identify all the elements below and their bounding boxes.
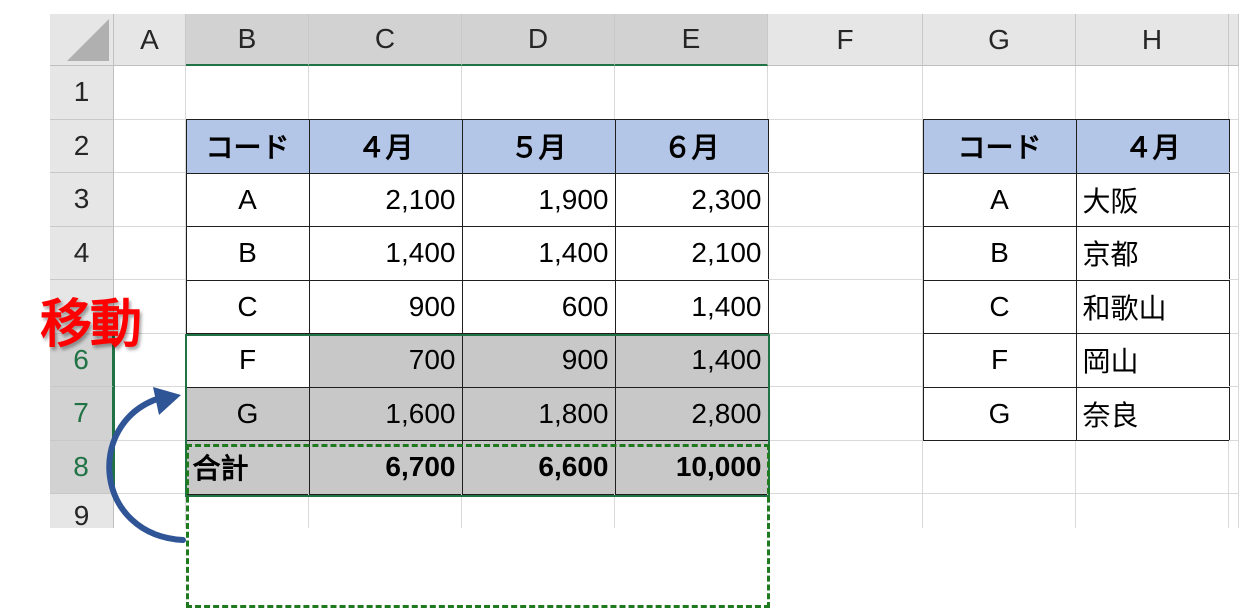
column-header-e[interactable]: E xyxy=(615,14,768,66)
cell[interactable] xyxy=(186,494,309,528)
cell[interactable] xyxy=(768,173,923,227)
table1-value-cell[interactable]: 2,100 xyxy=(614,226,769,281)
table2-code-cell[interactable]: C xyxy=(922,279,1077,334)
table1-value-cell[interactable]: 1,400 xyxy=(614,279,769,334)
column-header-g[interactable]: G xyxy=(923,14,1076,66)
cell xyxy=(1229,173,1239,227)
table1-value-cell[interactable]: 2,100 xyxy=(308,172,463,227)
cell[interactable] xyxy=(923,494,1076,528)
cell[interactable] xyxy=(114,119,186,173)
table1-value-cell[interactable]: 1,800 xyxy=(461,386,616,441)
move-annotation-label: 移動 xyxy=(40,295,142,355)
cell xyxy=(1229,119,1239,173)
cell[interactable] xyxy=(462,66,615,120)
table1-value-cell[interactable]: 1,400 xyxy=(614,333,769,388)
table1-header-jun[interactable]: ６月 xyxy=(614,119,769,174)
table1-value-cell[interactable]: 1,600 xyxy=(308,386,463,441)
column-header-d[interactable]: D xyxy=(462,14,615,66)
cell[interactable] xyxy=(768,440,923,494)
table2-city-cell[interactable]: 奈良 xyxy=(1075,386,1230,441)
cell[interactable] xyxy=(768,280,923,334)
column-header-h[interactable]: H xyxy=(1076,14,1229,66)
table2-code-cell[interactable]: G xyxy=(922,386,1077,441)
table1-value-cell[interactable]: 1,900 xyxy=(461,172,616,227)
cell[interactable] xyxy=(1076,66,1229,120)
table1-value-cell[interactable]: 1,400 xyxy=(461,226,616,281)
cell[interactable] xyxy=(114,173,186,227)
cell[interactable] xyxy=(1076,494,1229,528)
cell xyxy=(1229,333,1239,387)
table2-city-cell[interactable]: 和歌山 xyxy=(1075,279,1230,334)
table1-total-label[interactable]: 合計 xyxy=(185,440,310,495)
row-header-1[interactable]: 1 xyxy=(50,66,114,120)
cell[interactable] xyxy=(768,66,923,120)
cell[interactable] xyxy=(309,66,462,120)
table1-code-cell[interactable]: A xyxy=(185,172,310,227)
column-header-overflow xyxy=(1229,14,1239,66)
select-all-corner[interactable] xyxy=(50,14,114,66)
cell[interactable] xyxy=(615,66,768,120)
cell[interactable] xyxy=(923,440,1076,494)
cell[interactable] xyxy=(923,66,1076,120)
table2-code-cell[interactable]: B xyxy=(922,226,1077,281)
column-header-f[interactable]: F xyxy=(768,14,923,66)
table1-header-code[interactable]: コード xyxy=(185,119,310,174)
cell xyxy=(1229,226,1239,280)
cell[interactable] xyxy=(114,226,186,280)
cell[interactable] xyxy=(462,494,615,528)
table1-value-cell[interactable]: 700 xyxy=(308,333,463,388)
spreadsheet: A B C D E F G H 1 2 コード ４月 ５月 ６月 コード ４月 … xyxy=(50,14,1240,528)
cell xyxy=(1229,66,1239,120)
table2-city-cell[interactable]: 大阪 xyxy=(1075,172,1230,227)
table1-code-cell[interactable]: G xyxy=(185,386,310,441)
cell[interactable] xyxy=(768,387,923,441)
cell[interactable] xyxy=(309,494,462,528)
cell xyxy=(1229,440,1239,494)
cell xyxy=(1229,494,1239,528)
table1-code-cell[interactable]: C xyxy=(185,279,310,334)
cell[interactable] xyxy=(768,226,923,280)
table2-code-cell[interactable]: A xyxy=(922,172,1077,227)
table1-value-cell[interactable]: 2,300 xyxy=(614,172,769,227)
table1-code-cell[interactable]: F xyxy=(185,333,310,388)
table1-total-value[interactable]: 6,700 xyxy=(308,440,463,495)
cell xyxy=(1229,387,1239,441)
cell[interactable] xyxy=(186,66,309,120)
table2-city-cell[interactable]: 京都 xyxy=(1075,226,1230,281)
cell[interactable] xyxy=(768,333,923,387)
cell[interactable] xyxy=(114,66,186,120)
cell[interactable] xyxy=(615,494,768,528)
table1-header-apr[interactable]: ４月 xyxy=(308,119,463,174)
cell xyxy=(1229,280,1239,334)
cell[interactable] xyxy=(768,119,923,173)
table1-value-cell[interactable]: 600 xyxy=(461,279,616,334)
table2-header-code[interactable]: コード xyxy=(922,119,1077,174)
table2-code-cell[interactable]: F xyxy=(922,333,1077,388)
cell[interactable] xyxy=(1076,440,1229,494)
table2-city-cell[interactable]: 岡山 xyxy=(1075,333,1230,388)
move-arrow-icon xyxy=(106,387,186,543)
row-header-4[interactable]: 4 xyxy=(50,226,114,280)
table1-value-cell[interactable]: 900 xyxy=(308,279,463,334)
column-header-b[interactable]: B xyxy=(186,14,309,66)
column-header-c[interactable]: C xyxy=(309,14,462,66)
table1-total-value[interactable]: 10,000 xyxy=(614,440,769,495)
table1-total-value[interactable]: 6,600 xyxy=(461,440,616,495)
spreadsheet-grid: A B C D E F G H 1 2 コード ４月 ５月 ６月 コード ４月 … xyxy=(50,14,1240,528)
table1-value-cell[interactable]: 900 xyxy=(461,333,616,388)
column-header-a[interactable]: A xyxy=(114,14,186,66)
cell[interactable] xyxy=(768,494,923,528)
table1-code-cell[interactable]: B xyxy=(185,226,310,281)
row-header-3[interactable]: 3 xyxy=(50,173,114,227)
row-header-2[interactable]: 2 xyxy=(50,119,114,173)
table1-header-may[interactable]: ５月 xyxy=(461,119,616,174)
table2-header-apr[interactable]: ４月 xyxy=(1075,119,1230,174)
table1-value-cell[interactable]: 2,800 xyxy=(614,386,769,441)
table1-value-cell[interactable]: 1,400 xyxy=(308,226,463,281)
